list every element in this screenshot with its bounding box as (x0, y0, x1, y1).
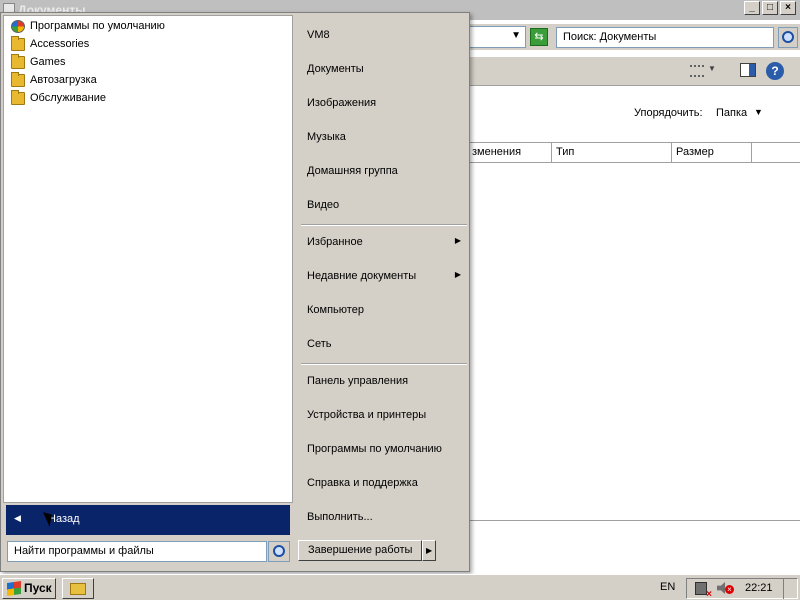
column-date-modified[interactable]: зменения (468, 143, 552, 162)
chevron-left-icon: ◀ (14, 513, 21, 523)
programs-list: Программы по умолчанию Accessories Games… (3, 15, 293, 503)
place-run[interactable]: Выполнить... (295, 506, 467, 530)
default-programs-icon (11, 20, 25, 33)
preview-pane-icon[interactable] (740, 63, 756, 77)
place-default-programs[interactable]: Программы по умолчанию (295, 438, 467, 462)
column-type[interactable]: Тип (552, 143, 672, 162)
shutdown-options-button[interactable]: ▶ (422, 540, 436, 561)
program-label: Обслуживание (30, 92, 106, 104)
start-search-input[interactable]: Найти программы и файлы (7, 541, 267, 562)
folder-search-input[interactable]: Поиск: Документы (556, 27, 774, 48)
folder-icon (11, 36, 25, 51)
system-tray: × 22:21 (686, 578, 798, 600)
place-label: Избранное (307, 236, 363, 248)
help-icon[interactable]: ? (766, 62, 784, 80)
views-dropdown-arrow[interactable]: ▼ (708, 64, 716, 73)
program-default-programs[interactable]: Программы по умолчанию (6, 18, 290, 36)
place-music[interactable]: Музыка (295, 126, 467, 150)
toolbar: ▼ ? (468, 56, 800, 86)
start-label: Пуск (24, 581, 52, 595)
show-desktop-button[interactable] (783, 578, 795, 599)
program-label: Accessories (30, 38, 90, 50)
windows-logo-icon (7, 581, 21, 596)
search-icon (273, 545, 285, 557)
taskbar-explorer-button[interactable] (62, 578, 94, 599)
column-size[interactable]: Размер (672, 143, 752, 162)
column-extra[interactable] (752, 143, 800, 162)
program-label: Автозагрузка (30, 74, 97, 86)
column-headers: зменения Тип Размер (468, 142, 800, 163)
arrange-label: Упорядочить: (634, 107, 703, 119)
place-videos[interactable]: Видео (295, 194, 467, 218)
minimize-button[interactable]: _ (744, 1, 760, 15)
muted-icon: × (725, 585, 734, 594)
place-control-panel[interactable]: Панель управления (295, 370, 467, 394)
arrange-value[interactable]: Папка (716, 107, 747, 119)
place-computer[interactable]: Компьютер (295, 299, 467, 323)
program-label: Программы по умолчанию (30, 20, 165, 32)
place-devices-printers[interactable]: Устройства и принтеры (295, 404, 467, 428)
search-icon (782, 31, 794, 43)
separator (301, 363, 467, 365)
place-documents[interactable]: Документы (295, 58, 467, 82)
program-folder-games[interactable]: Games (6, 54, 290, 72)
network-disconnected-icon[interactable] (695, 582, 712, 600)
folder-icon (11, 54, 25, 69)
views-icon[interactable] (690, 65, 704, 77)
start-search-button[interactable] (268, 541, 290, 562)
folder-icon (11, 90, 25, 105)
details-pane (468, 520, 800, 574)
place-recent-documents[interactable]: Недавние документы ▶ (295, 265, 467, 289)
folder-search-button[interactable] (778, 27, 798, 48)
chevron-right-icon: ▶ (454, 236, 461, 245)
place-label: Недавние документы (307, 270, 417, 282)
chevron-down-icon: ▼ (511, 30, 521, 41)
place-favorites[interactable]: Избранное ▶ (295, 231, 467, 255)
volume-icon[interactable] (717, 582, 725, 594)
clock[interactable]: 22:21 (745, 582, 773, 594)
start-menu: Программы по умолчанию Accessories Games… (0, 12, 470, 572)
place-help-support[interactable]: Справка и поддержка (295, 472, 467, 496)
places-list: VM8 Документы Изображения Музыка Домашня… (295, 15, 467, 535)
program-label: Games (30, 56, 66, 68)
language-indicator[interactable]: EN (660, 581, 675, 593)
program-folder-maintenance[interactable]: Обслуживание (6, 90, 290, 108)
folder-icon (11, 72, 25, 87)
taskbar: Пуск EN × 22:21 (0, 574, 800, 600)
address-dropdown[interactable]: ▼ (468, 26, 526, 48)
refresh-button[interactable]: ⇆ (530, 28, 548, 46)
place-network[interactable]: Сеть (295, 333, 467, 357)
maximize-button[interactable]: □ (762, 1, 778, 15)
separator (301, 224, 467, 226)
close-button[interactable]: × (780, 1, 796, 15)
shutdown-button[interactable]: Завершение работы (298, 540, 422, 561)
folder-icon (70, 583, 86, 595)
chevron-right-icon: ▶ (454, 270, 461, 279)
place-vm8[interactable]: VM8 (295, 24, 467, 48)
address-row: ▼ ⇆ Поиск: Документы (468, 24, 800, 50)
program-folder-startup[interactable]: Автозагрузка (6, 72, 290, 90)
place-homegroup[interactable]: Домашняя группа (295, 160, 467, 184)
program-folder-accessories[interactable]: Accessories (6, 36, 290, 54)
place-pictures[interactable]: Изображения (295, 92, 467, 116)
arrange-dropdown-arrow[interactable]: ▼ (754, 107, 763, 117)
start-button[interactable]: Пуск (2, 578, 56, 599)
